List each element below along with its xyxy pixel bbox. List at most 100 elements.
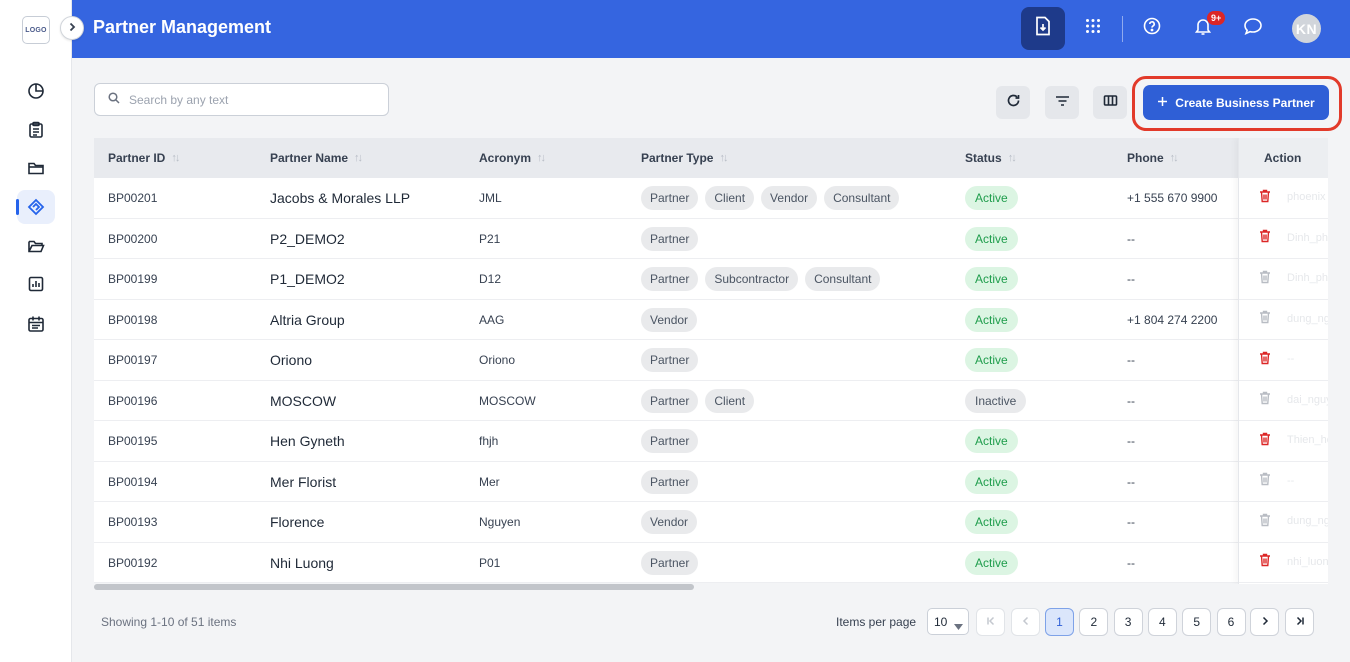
user-avatar[interactable]: KN: [1292, 14, 1321, 43]
trash-icon: [1259, 553, 1271, 572]
hidden-column-text: dai_nguyen: [1287, 393, 1328, 406]
search-input[interactable]: [129, 92, 379, 107]
column-header-partner-id[interactable]: Partner ID ↑↓: [108, 138, 180, 178]
delete-button[interactable]: [1257, 189, 1273, 208]
table-row[interactable]: BP00193 Florence Nguyen Vendor Active --: [94, 502, 1328, 543]
sidebar-item-reports[interactable]: [0, 267, 72, 301]
phone-cell: +1 804 274 2200: [1127, 312, 1218, 327]
trash-icon: [1259, 189, 1271, 208]
partner-id-cell: BP00193: [108, 515, 158, 529]
acronym-cell: fhjh: [479, 434, 499, 448]
page-5-button[interactable]: 5: [1182, 608, 1212, 636]
partner-name-cell[interactable]: Nhi Luong: [270, 543, 334, 583]
last-page-button[interactable]: [1285, 608, 1314, 636]
chevron-left-icon: [1021, 615, 1031, 629]
sidebar-item-dashboard[interactable]: [0, 74, 72, 108]
partner-name-cell[interactable]: MOSCOW: [270, 381, 336, 421]
sidebar-item-partners[interactable]: [0, 190, 72, 224]
previous-page-button[interactable]: [1011, 608, 1040, 636]
apps-button[interactable]: [1071, 7, 1115, 50]
filter-icon: [1055, 94, 1070, 112]
filter-button[interactable]: [1045, 86, 1079, 119]
logo[interactable]: LOGO: [22, 16, 50, 44]
page-3-button[interactable]: 3: [1113, 608, 1143, 636]
notifications-button[interactable]: 9+: [1181, 7, 1226, 50]
partner-name-cell[interactable]: P1_DEMO2: [270, 259, 345, 299]
page-4-button[interactable]: 4: [1147, 608, 1177, 636]
download-button[interactable]: [1021, 7, 1065, 50]
items-per-page-label: Items per page: [836, 615, 917, 629]
column-header-acronym[interactable]: Acronym ↑↓: [479, 138, 546, 178]
next-page-button[interactable]: [1250, 608, 1279, 636]
sidebar-item-calendar[interactable]: [0, 307, 72, 341]
first-page-button[interactable]: [976, 608, 1005, 636]
horizontal-scrollbar[interactable]: [94, 584, 1328, 590]
column-header-partner-type[interactable]: Partner Type ↑↓: [641, 138, 728, 178]
delete-button[interactable]: [1257, 553, 1273, 572]
delete-button[interactable]: [1257, 513, 1273, 530]
partner-id-cell: BP00197: [108, 353, 158, 367]
table-row[interactable]: BP00200 P2_DEMO2 P21 Partner Active --: [94, 218, 1328, 259]
partner-type-chip: Subcontractor: [705, 267, 799, 291]
acronym-cell: D12: [479, 272, 502, 286]
sidebar-toggle-button[interactable]: [60, 16, 84, 40]
page-2-button[interactable]: 2: [1079, 608, 1109, 636]
partner-name-cell[interactable]: P2_DEMO2: [270, 219, 345, 259]
phone-cell: --: [1127, 393, 1135, 408]
delete-button[interactable]: [1257, 310, 1273, 329]
hidden-column-text: Dinh_phuong: [1287, 231, 1328, 244]
partner-name-cell[interactable]: Hen Gyneth: [270, 421, 345, 461]
table-row[interactable]: BP00199 P1_DEMO2 D12 Partner Subcontractor Co…: [94, 259, 1328, 300]
action-column: Action phoenix Dinh_phuong Dinh_phuongdung…: [1238, 138, 1328, 584]
partner-name-cell[interactable]: Florence: [270, 502, 324, 542]
table-row[interactable]: BP00198 Altria Group AAG Vendor Active +1 804…: [94, 299, 1328, 340]
delete-button[interactable]: [1257, 229, 1273, 247]
column-header-phone[interactable]: Phone ↑↓: [1127, 138, 1179, 178]
sidebar-item-tasks[interactable]: [0, 113, 72, 147]
table-row[interactable]: BP00192 Nhi Luong P01 Partner Active --: [94, 542, 1328, 583]
page-1-button[interactable]: 1: [1045, 608, 1074, 636]
partner-name-cell[interactable]: Altria Group: [270, 300, 345, 340]
column-header-status[interactable]: Status ↑↓: [965, 138, 1017, 178]
help-button[interactable]: [1130, 7, 1174, 50]
items-count-text: Showing 1-10 of 51 items: [101, 615, 237, 629]
table-row[interactable]: BP00194 Mer Florist Mer Partner Active --: [94, 461, 1328, 502]
search-box[interactable]: [94, 83, 389, 116]
columns-button[interactable]: [1093, 86, 1127, 119]
create-business-partner-button[interactable]: Create Business Partner: [1143, 85, 1329, 120]
trash-icon: [1259, 391, 1271, 410]
sidebar-item-projects[interactable]: [0, 151, 72, 185]
delete-button[interactable]: [1257, 432, 1273, 449]
action-row-divider: [1239, 217, 1328, 219]
page-6-button[interactable]: 6: [1216, 608, 1246, 636]
phone-cell: --: [1127, 272, 1135, 286]
scrollbar-thumb[interactable]: [94, 584, 694, 590]
acronym-cell: Mer: [479, 474, 500, 489]
table-row[interactable]: BP00195 Hen Gyneth fhjh Partner Active --: [94, 421, 1328, 462]
delete-button[interactable]: [1257, 391, 1273, 410]
partner-name-cell[interactable]: Jacobs & Morales LLP: [270, 178, 410, 218]
partner-type-chip: Partner: [641, 186, 699, 210]
partner-id-cell: BP00194: [108, 474, 158, 489]
partner-name-cell[interactable]: Mer Florist: [270, 462, 336, 502]
partner-id-cell: BP00196: [108, 393, 158, 408]
table-row[interactable]: BP00197 Oriono Oriono Partner Active --: [94, 340, 1328, 381]
table-row[interactable]: BP00201 Jacobs & Morales LLP JML Partner Cli…: [94, 178, 1328, 219]
delete-button[interactable]: [1257, 351, 1273, 368]
delete-button[interactable]: [1257, 270, 1273, 287]
partner-id-cell: BP00199: [108, 272, 158, 286]
trash-icon: [1259, 310, 1271, 329]
table-row[interactable]: BP00196 MOSCOW MOSCOW Partner Client Inactive…: [94, 380, 1328, 421]
items-per-page-select[interactable]: 10: [927, 608, 969, 635]
chat-button[interactable]: [1231, 7, 1275, 50]
partner-name-cell[interactable]: Oriono: [270, 340, 312, 380]
refresh-button[interactable]: [996, 86, 1030, 119]
sidebar-item-documents[interactable]: [0, 229, 72, 263]
delete-button[interactable]: [1257, 472, 1273, 491]
column-header-partner-name[interactable]: Partner Name ↑↓: [270, 138, 363, 178]
status-badge: Active: [965, 429, 1018, 453]
plus-icon: [1157, 96, 1168, 110]
trash-icon: [1259, 472, 1271, 491]
file-download-icon: [1034, 16, 1052, 41]
partner-type-cell: Partner Client: [641, 381, 761, 421]
